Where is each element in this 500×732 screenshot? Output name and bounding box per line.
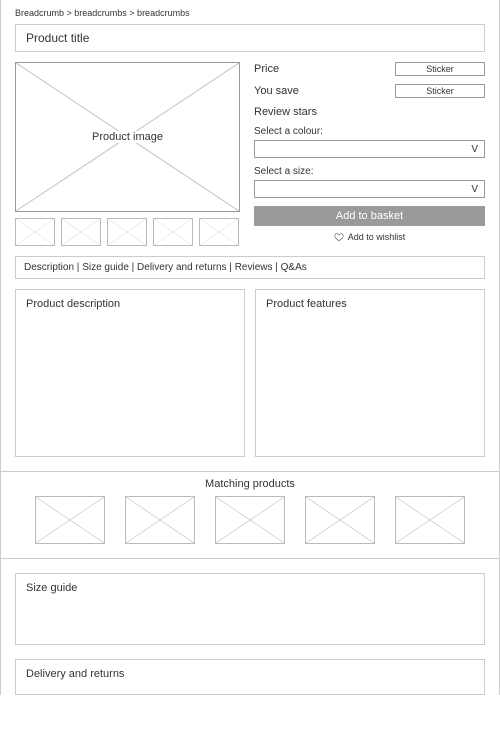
tab-delivery[interactable]: Delivery and returns	[137, 262, 226, 273]
tab-qas[interactable]: Q&As	[281, 262, 307, 273]
review-stars-label: Review stars	[254, 106, 317, 118]
matching-products-row	[1, 496, 499, 559]
product-features-panel: Product features	[255, 289, 485, 457]
matching-products-heading: Matching products	[1, 471, 499, 496]
price-label: Price	[254, 63, 279, 75]
features-heading: Product features	[266, 298, 347, 310]
product-image[interactable]: Product image	[15, 62, 240, 212]
delivery-returns-heading: Delivery and returns	[26, 668, 124, 680]
thumbnail[interactable]	[199, 218, 239, 246]
product-title: Product title	[15, 24, 485, 52]
delivery-returns-section: Delivery and returns	[15, 659, 485, 695]
size-select[interactable]: V	[254, 180, 485, 198]
thumbnail[interactable]	[153, 218, 193, 246]
colour-label: Select a colour:	[254, 126, 485, 137]
tab-description[interactable]: Description	[24, 262, 74, 273]
description-heading: Product description	[26, 298, 120, 310]
heart-icon	[334, 232, 344, 242]
size-guide-section: Size guide	[15, 573, 485, 645]
thumbnail[interactable]	[15, 218, 55, 246]
you-save-label: You save	[254, 85, 299, 97]
breadcrumb[interactable]: Breadcrumb > breadcrumbs > breadcrumbs	[15, 8, 485, 18]
product-tabs: Description | Size guide | Delivery and …	[15, 256, 485, 279]
product-image-label: Product image	[88, 131, 167, 143]
thumbnail-row	[15, 218, 240, 246]
size-guide-heading: Size guide	[26, 582, 77, 594]
colour-select[interactable]: V	[254, 140, 485, 158]
thumbnail[interactable]	[61, 218, 101, 246]
product-description-panel: Product description	[15, 289, 245, 457]
add-to-wishlist-link[interactable]: Add to wishlist	[254, 232, 485, 242]
price-sticker: Sticker	[395, 62, 485, 76]
size-label: Select a size:	[254, 166, 485, 177]
chevron-down-icon: V	[471, 144, 478, 155]
matching-product[interactable]	[125, 496, 195, 544]
thumbnail[interactable]	[107, 218, 147, 246]
wishlist-label: Add to wishlist	[348, 232, 406, 242]
add-to-basket-button[interactable]: Add to basket	[254, 206, 485, 226]
matching-product[interactable]	[395, 496, 465, 544]
save-sticker: Sticker	[395, 84, 485, 98]
matching-product[interactable]	[215, 496, 285, 544]
matching-product[interactable]	[305, 496, 375, 544]
matching-product[interactable]	[35, 496, 105, 544]
chevron-down-icon: V	[471, 184, 478, 195]
tab-size-guide[interactable]: Size guide	[82, 262, 129, 273]
tab-reviews[interactable]: Reviews	[235, 262, 273, 273]
